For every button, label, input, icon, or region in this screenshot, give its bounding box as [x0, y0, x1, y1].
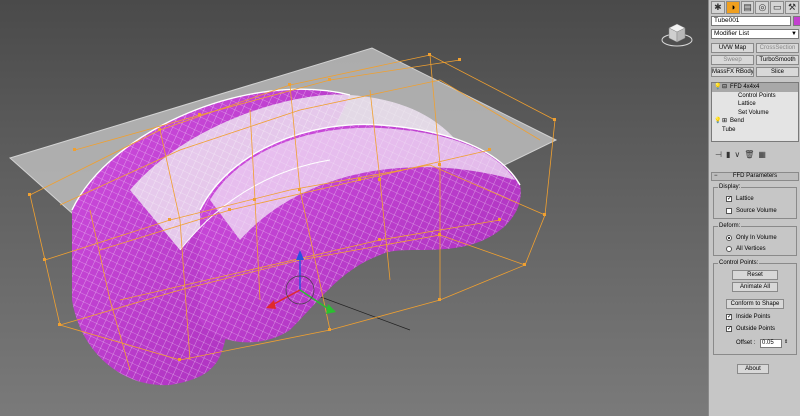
animate-all-button[interactable]: Animate All: [732, 282, 778, 292]
group-title: Deform:: [718, 223, 742, 230]
inside-points-checkbox[interactable]: ✓: [726, 314, 732, 320]
offset-label: Offset :: [736, 340, 756, 346]
slice-button[interactable]: Slice: [756, 67, 799, 77]
inside-points-label: Inside Points: [736, 314, 771, 320]
lightbulb-icon[interactable]: 💡: [714, 117, 721, 126]
collapse-sign-icon: −: [714, 173, 718, 179]
spinner-arrows-icon[interactable]: ⇕: [784, 339, 788, 346]
group-title: Display:: [718, 184, 742, 191]
modifier-stack[interactable]: 💡 ⊟ FFD 4x4x4 Control Points Lattice Set…: [711, 82, 799, 142]
stack-item-ffd[interactable]: 💡 ⊟ FFD 4x4x4: [712, 83, 798, 92]
stack-item-label: FFD 4x4x4: [730, 84, 760, 90]
all-vertices-radio[interactable]: [726, 246, 732, 252]
stack-item-tube[interactable]: Tube: [712, 126, 798, 135]
display-group: Display: ✓ Lattice Source Volume: [713, 184, 797, 219]
only-in-volume-radio[interactable]: [726, 235, 732, 241]
command-panel: ✱ ◑ ▤ ◎ ▭ ⚒ Tube001 Modifier List ▼ UVW …: [708, 0, 800, 416]
group-title: Control Points:: [718, 260, 760, 267]
stack-item-control-points[interactable]: Control Points: [712, 92, 798, 101]
stack-item-label: Bend: [730, 118, 745, 124]
expand-icon[interactable]: ⊞: [722, 117, 727, 126]
create-tab-icon[interactable]: ✱: [711, 1, 725, 14]
modify-tab-icon[interactable]: ◑: [725, 1, 740, 14]
hierarchy-tab-icon[interactable]: ▤: [740, 1, 755, 14]
make-unique-icon[interactable]: ∨: [734, 150, 740, 159]
control-points-group: Control Points: Reset Animate All Confor…: [713, 260, 797, 355]
show-end-result-icon[interactable]: ▮: [726, 150, 730, 159]
stack-item-label: Set Volume: [738, 109, 769, 116]
lattice-label: Lattice: [736, 196, 754, 202]
offset-spinner[interactable]: 0.05: [760, 339, 782, 348]
stack-item-bend[interactable]: 💡 ⊞ Bend: [712, 117, 798, 126]
lightbulb-icon[interactable]: 💡: [714, 83, 721, 92]
massfx-rbody-button[interactable]: MassFX RBody: [711, 67, 754, 77]
object-color-swatch[interactable]: [793, 16, 800, 26]
utilities-tab-icon[interactable]: ⚒: [785, 1, 799, 14]
display-tab-icon[interactable]: ▭: [770, 1, 785, 14]
source-volume-label: Source Volume: [736, 208, 777, 214]
uvw-map-button[interactable]: UVW Map: [711, 43, 754, 53]
about-button[interactable]: About: [737, 364, 769, 374]
turbosmooth-button[interactable]: TurboSmooth: [756, 55, 799, 65]
source-volume-checkbox[interactable]: [726, 208, 732, 214]
dropdown-arrow-icon: ▼: [791, 31, 797, 37]
motion-tab-icon[interactable]: ◎: [755, 1, 770, 14]
object-name-field[interactable]: Tube001: [711, 16, 791, 26]
reset-button[interactable]: Reset: [732, 270, 778, 280]
remove-modifier-icon[interactable]: 🗑: [744, 150, 754, 159]
perspective-viewport[interactable]: [0, 0, 708, 416]
crosssection-button[interactable]: CrossSection: [756, 43, 799, 53]
lattice-checkbox[interactable]: ✓: [726, 196, 732, 202]
configure-sets-icon[interactable]: ▦: [758, 150, 766, 159]
only-in-volume-label: Only In Volume: [736, 235, 777, 241]
rollout-title: FFD Parameters: [732, 173, 778, 179]
deform-group: Deform: Only In Volume All Vertices: [713, 223, 797, 256]
stack-item-lattice[interactable]: Lattice: [712, 100, 798, 109]
pin-stack-icon[interactable]: ⊣: [715, 150, 722, 159]
modifier-list-label: Modifier List: [714, 30, 750, 37]
modifier-buttons: UVW Map CrossSection Sweep TurboSmooth M…: [711, 43, 799, 79]
command-panel-tabs: ✱ ◑ ▤ ◎ ▭ ⚒: [711, 1, 799, 14]
modifier-list-dropdown[interactable]: Modifier List ▼: [711, 29, 799, 39]
stack-item-label: Lattice: [738, 101, 756, 107]
stack-item-label: Control Points: [738, 92, 776, 99]
stack-item-set-volume[interactable]: Set Volume: [712, 109, 798, 118]
outside-points-checkbox[interactable]: ✓: [726, 326, 732, 332]
sweep-button[interactable]: Sweep: [711, 55, 754, 65]
viewcube-icon[interactable]: [660, 16, 694, 50]
ffd-parameters-rollout-header[interactable]: − FFD Parameters: [711, 172, 799, 181]
outside-points-label: Outside Points: [736, 326, 776, 332]
stack-item-label: Tube: [722, 126, 736, 133]
conform-to-shape-button[interactable]: Conform to Shape: [726, 299, 784, 309]
scene-view[interactable]: [0, 0, 708, 416]
collapse-icon[interactable]: ⊟: [722, 83, 727, 92]
stack-toolbar: ⊣ ▮ ∨ 🗑 ▦: [711, 148, 799, 160]
all-vertices-label: All Vertices: [736, 246, 766, 252]
